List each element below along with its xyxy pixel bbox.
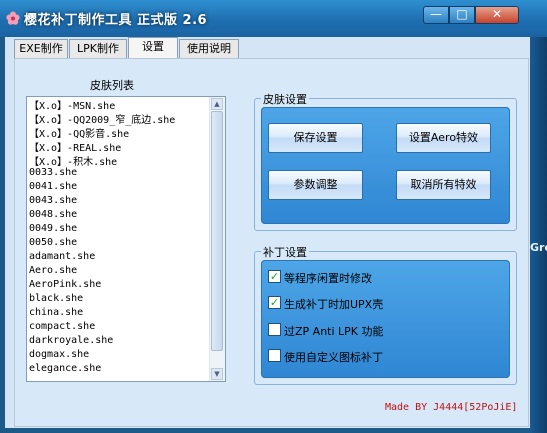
checkbox-empty-icon[interactable]	[268, 349, 281, 362]
title-bar[interactable]: 樱花补丁制作工具 正式版 2.6 — □ ✕	[0, 0, 547, 37]
list-item[interactable]: 0048.she	[29, 209, 77, 220]
list-item[interactable]: dogmax.she	[29, 349, 89, 360]
list-item[interactable]: 0049.she	[29, 223, 77, 234]
list-item[interactable]: elegance.she	[29, 363, 101, 374]
scroll-up-icon[interactable]: ▲	[211, 98, 223, 110]
close-button[interactable]: ✕	[475, 6, 519, 24]
list-item[interactable]: china.she	[29, 307, 83, 318]
maximize-button[interactable]: □	[449, 6, 475, 24]
vertical-scrollbar[interactable]: ▲ ▼	[209, 97, 225, 381]
tab-help[interactable]: 使用说明	[179, 39, 239, 58]
list-item[interactable]: adamant.she	[29, 251, 95, 262]
app-window: 樱花补丁制作工具 正式版 2.6 — □ ✕ Gre EXE制作 LPK制作 设…	[0, 0, 547, 433]
tab-lpk[interactable]: LPK制作	[69, 39, 127, 58]
list-item[interactable]: black.she	[29, 293, 83, 304]
tab-settings[interactable]: 设置	[128, 37, 178, 58]
list-item[interactable]: 0050.she	[29, 237, 77, 248]
zp-anti-lpk-label: 过ZP Anti LPK 功能	[284, 325, 384, 338]
skin-settings-group: 皮肤设置	[254, 91, 517, 231]
custom-icon-label: 使用自定义图标补丁	[284, 351, 383, 364]
list-item[interactable]: 【X.o】-QQ2009_窄_底边.she	[29, 111, 175, 126]
minimize-button[interactable]: —	[423, 6, 449, 24]
list-item[interactable]: Aero.she	[29, 265, 77, 276]
check-mark-icon[interactable]: ✓	[268, 296, 281, 309]
background-text: Gre	[530, 241, 547, 254]
list-item[interactable]: compact.she	[29, 321, 95, 332]
list-item[interactable]: darkroyale.she	[29, 335, 113, 346]
list-item[interactable]: AeroPink.she	[29, 279, 101, 290]
tab-exe[interactable]: EXE制作	[14, 39, 68, 58]
skin-list-title: 皮肤列表	[90, 79, 134, 92]
desktop-background: Gre	[530, 37, 547, 433]
list-item[interactable]: 【X.o】-积木.she	[29, 153, 117, 168]
scroll-thumb[interactable]	[211, 111, 223, 351]
list-item[interactable]: 0041.she	[29, 181, 77, 192]
list-item[interactable]: 0033.she	[29, 167, 77, 178]
window-title: 樱花补丁制作工具 正式版 2.6	[24, 13, 208, 28]
sakura-flower-icon	[6, 11, 20, 25]
scroll-down-icon[interactable]: ▼	[211, 368, 223, 380]
list-item[interactable]: 【X.o】-QQ影音.she	[29, 125, 129, 140]
skin-list[interactable]: 【X.o】-MSN.she 【X.o】-QQ2009_窄_底边.she 【X.o…	[26, 96, 226, 382]
idle-modify-label: 等程序闲置时修改	[284, 272, 372, 285]
adjust-parameters-button[interactable]: 参数调整	[268, 170, 363, 200]
check-mark-icon[interactable]: ✓	[268, 270, 281, 283]
skin-settings-legend: 皮肤设置	[261, 91, 309, 107]
set-aero-effect-button[interactable]: 设置Aero特效	[396, 123, 491, 153]
patch-settings-legend: 补丁设置	[261, 244, 309, 260]
cancel-all-effects-button[interactable]: 取消所有特效	[396, 170, 491, 200]
list-item[interactable]: 0043.she	[29, 195, 77, 206]
save-settings-button[interactable]: 保存设置	[268, 123, 363, 153]
checkbox-empty-icon[interactable]	[268, 323, 281, 336]
author-credit: Made BY J4444[52PoJiE]	[385, 402, 518, 413]
upx-shell-label: 生成补丁时加UPX壳	[284, 298, 384, 311]
list-item[interactable]: 【X.o】-REAL.she	[29, 139, 121, 154]
list-item[interactable]: 【X.o】-MSN.she	[29, 97, 115, 112]
